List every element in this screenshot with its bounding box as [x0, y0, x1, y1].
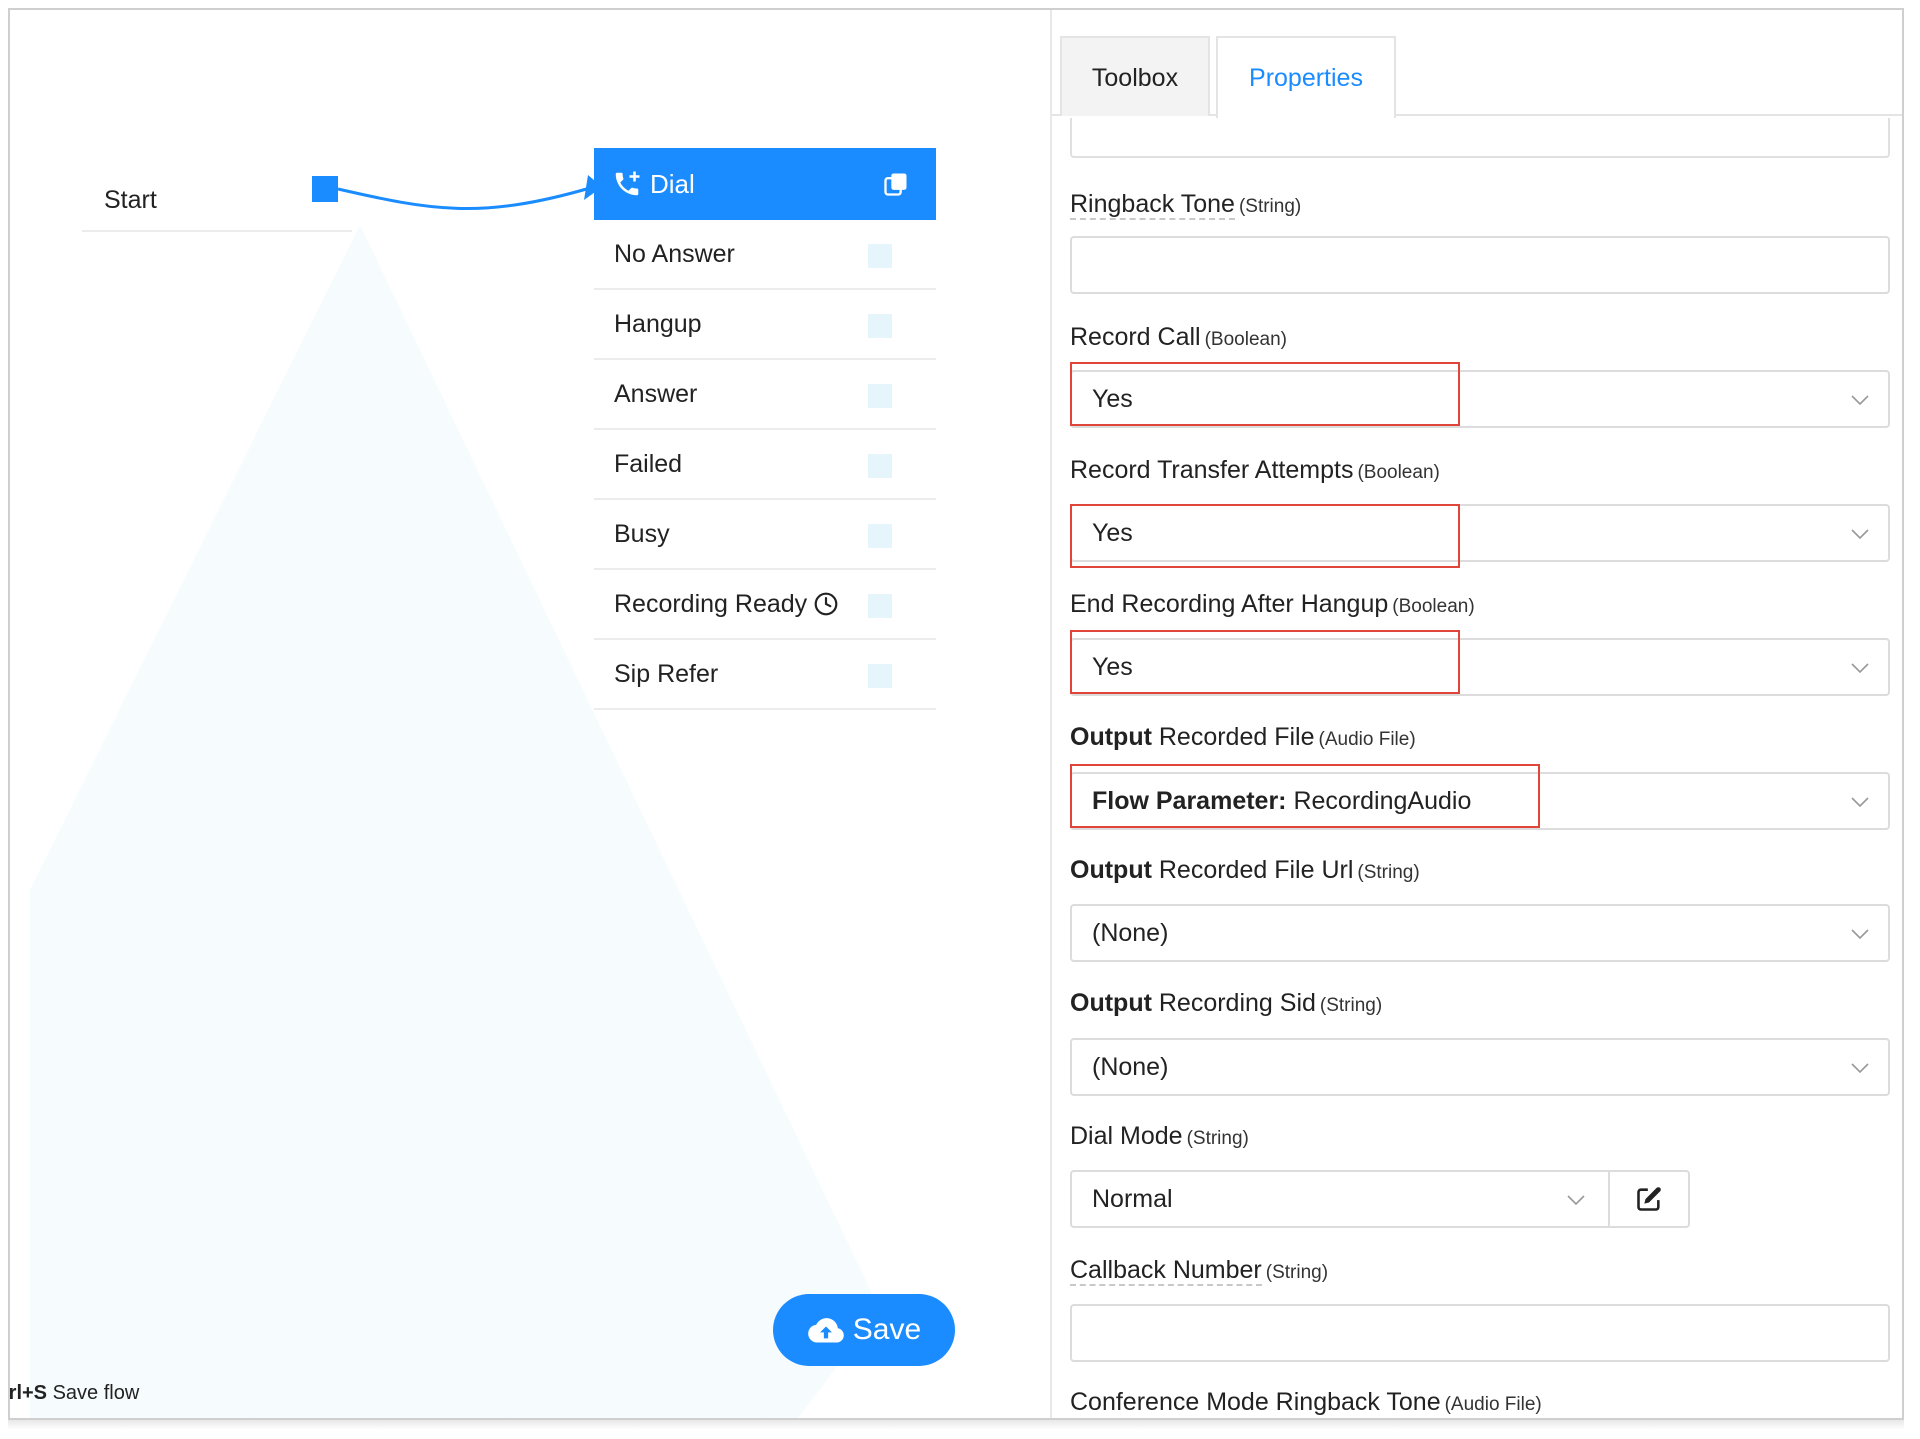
chevron-down-icon [1851, 663, 1869, 674]
output-label: Hangup [614, 309, 702, 338]
output-port[interactable] [868, 314, 892, 338]
chevron-down-icon [1851, 929, 1869, 940]
flow-canvas[interactable]: Start Dial No Answer Hangup Answer Faile… [8, 10, 1050, 1418]
ringback-tone-input[interactable] [1070, 236, 1890, 294]
highlight-box [1070, 362, 1460, 426]
dial-node[interactable]: Dial No Answer Hangup Answer Failed Busy… [594, 148, 936, 710]
ringback-tone-label: Ringback Tone (String) [1070, 190, 1302, 220]
edit-icon [1637, 1187, 1661, 1211]
highlight-box [1070, 504, 1460, 568]
dial-output-sip-refer[interactable]: Sip Refer [594, 640, 936, 710]
copy-icon[interactable] [882, 170, 910, 198]
dial-output-answer[interactable]: Answer [594, 360, 936, 430]
output-port[interactable] [868, 524, 892, 548]
output-port[interactable] [868, 664, 892, 688]
selected-value: Normal [1092, 1185, 1173, 1213]
cloud-upload-icon [807, 1318, 844, 1343]
highlight-box [1070, 630, 1460, 694]
output-port[interactable] [868, 594, 892, 618]
dial-output-failed[interactable]: Failed [594, 430, 936, 500]
output-recorded-file-url-label: Output Recorded File Url (String) [1070, 856, 1420, 884]
chevron-down-icon [1851, 395, 1869, 406]
output-port[interactable] [868, 384, 892, 408]
chevron-down-icon [1851, 797, 1869, 808]
properties-form[interactable]: Ringback Tone (String) Record Call (Boolea… [1052, 118, 1902, 1418]
record-transfer-label: Record Transfer Attempts (Boolean) [1070, 456, 1440, 484]
output-label: Busy [614, 519, 670, 548]
callback-number-label: Callback Number (String) [1070, 1256, 1329, 1286]
dial-output-hangup[interactable]: Hangup [594, 290, 936, 360]
output-recording-sid-label: Output Recording Sid (String) [1070, 989, 1383, 1017]
chevron-down-icon [1851, 529, 1869, 540]
clock-icon [814, 592, 838, 616]
panel-tabs: Toolbox Properties [1052, 36, 1902, 118]
record-call-label: Record Call (Boolean) [1070, 323, 1287, 351]
start-output-port[interactable] [312, 176, 338, 202]
output-label: No Answer [614, 239, 735, 268]
window-shadow [8, 1420, 1904, 1430]
output-label: Sip Refer [614, 659, 719, 688]
save-label: Save [852, 1313, 922, 1346]
conference-ringback-label: Conference Mode Ringback Tone (Audio File… [1070, 1388, 1542, 1416]
output-recorded-file-label: Output Recorded File (Audio File) [1070, 723, 1416, 751]
dial-output-busy[interactable]: Busy [594, 500, 936, 570]
keyboard-shortcut-hint: trl+S Save flow [8, 1382, 140, 1405]
callback-number-input[interactable] [1070, 1304, 1890, 1362]
dial-output-no-answer[interactable]: No Answer [594, 220, 936, 290]
dial-node-title: Dial [650, 168, 695, 199]
dial-mode-edit-button[interactable] [1608, 1170, 1690, 1228]
shortcut-text: Save flow [52, 1382, 140, 1404]
save-button[interactable]: Save [773, 1294, 955, 1366]
dial-mode-select[interactable]: Normal [1070, 1170, 1610, 1228]
chevron-down-icon [1851, 1063, 1869, 1074]
output-port[interactable] [868, 244, 892, 268]
shortcut-key: trl+S [8, 1382, 48, 1404]
output-recorded-file-url-select[interactable]: (None) [1070, 904, 1890, 962]
properties-panel: Toolbox Properties Ringback Tone (String)… [1050, 10, 1902, 1418]
app-window: Start Dial No Answer Hangup Answer Faile… [8, 8, 1904, 1420]
output-port[interactable] [868, 454, 892, 478]
dial-node-header[interactable]: Dial [594, 148, 936, 220]
phone-plus-icon [615, 171, 640, 196]
selected-value: (None) [1092, 1053, 1169, 1081]
tab-properties[interactable]: Properties [1216, 36, 1396, 118]
dial-output-recording-ready[interactable]: Recording Ready [594, 570, 936, 640]
highlight-box [1070, 764, 1540, 828]
start-label: Start [104, 186, 157, 214]
tab-toolbox[interactable]: Toolbox [1060, 36, 1210, 116]
output-label: Failed [614, 449, 683, 478]
output-recording-sid-select[interactable]: (None) [1070, 1038, 1890, 1096]
output-label: Answer [614, 379, 698, 408]
previous-field-input[interactable] [1070, 118, 1890, 158]
chevron-down-icon [1567, 1195, 1585, 1206]
selected-value: (None) [1092, 919, 1169, 947]
dial-mode-label: Dial Mode (String) [1070, 1122, 1249, 1150]
output-label: Recording Ready [614, 589, 808, 618]
end-recording-label: End Recording After Hangup (Boolean) [1070, 590, 1475, 618]
